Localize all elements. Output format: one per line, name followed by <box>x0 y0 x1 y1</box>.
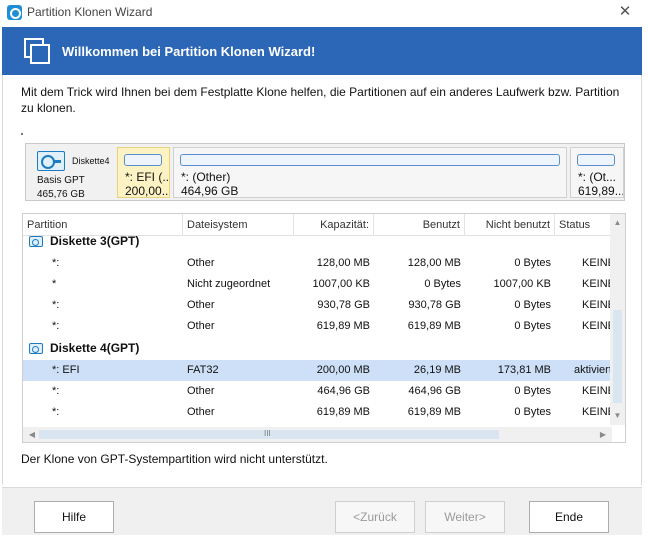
scroll-thumb[interactable] <box>613 310 622 403</box>
disk-size: 465,76 GB <box>37 189 85 200</box>
finish-button[interactable]: Ende <box>529 501 609 533</box>
vertical-scrollbar[interactable]: ▲ ▼ <box>610 214 625 425</box>
disk-group-header: Diskette 4(GPT) <box>23 338 611 358</box>
partition-table: Partition Dateisystem Kapazität: Benutzt… <box>22 213 626 443</box>
button-bar: Hilfe <Zurück Weiter> Ende <box>2 487 642 535</box>
partition-label: *: EFI (... <box>125 170 170 184</box>
back-button[interactable]: <Zurück <box>335 501 415 533</box>
table-row[interactable]: *: Other 619,89 MB 619,89 MB 0 Bytes KEI… <box>23 316 615 337</box>
wizard-banner: Willkommen bei Partition Klonen Wizard! <box>2 27 642 75</box>
disk-group-name: Diskette 4(GPT) <box>50 341 140 355</box>
disk-name: Diskette4 <box>72 156 110 166</box>
partition-label: *: (Ot... <box>578 170 617 184</box>
window-title: Partition Klonen Wizard <box>27 5 153 19</box>
next-button[interactable]: Weiter> <box>425 501 505 533</box>
partition-block-efi[interactable]: *: EFI (... 200,00... <box>117 147 170 198</box>
scroll-left-icon[interactable]: ◀ <box>25 427 39 442</box>
hard-disk-icon <box>29 236 43 247</box>
scroll-up-icon[interactable]: ▲ <box>610 216 625 230</box>
partition-size: 200,00... <box>125 184 170 198</box>
table-row[interactable]: *: Other 128,00 MB 128,00 MB 0 Bytes KEI… <box>23 253 615 274</box>
table-row[interactable]: *: Other 930,78 GB 930,78 GB 0 Bytes KEI… <box>23 295 615 316</box>
partition-size: 619,89... <box>578 184 624 198</box>
wizard-content: Mit dem Trick wird Ihnen bei dem Festpla… <box>2 75 642 485</box>
partition-label: *: (Other) <box>181 170 231 184</box>
partition-usage-bar <box>180 154 560 166</box>
help-button[interactable]: Hilfe <box>34 501 114 533</box>
gpt-note: Der Klone von GPT-Systempartition wird n… <box>21 452 328 466</box>
scroll-down-icon[interactable]: ▼ <box>610 409 625 423</box>
table-row[interactable]: *: Other 619,89 MB 619,89 MB 0 Bytes KEI… <box>23 402 615 423</box>
partition-block-other-2[interactable]: *: (Ot... 619,89... <box>570 147 624 198</box>
partition-usage-bar <box>577 154 615 166</box>
horizontal-scrollbar[interactable]: ◀ III ▶ <box>23 427 612 442</box>
hard-disk-icon <box>29 343 43 354</box>
disk-group-header: Diskette 3(GPT) <box>23 231 611 251</box>
scroll-grip: III <box>264 429 271 438</box>
intro-text: Mit dem Trick wird Ihnen bei dem Festpla… <box>21 85 620 115</box>
table-row-selected[interactable]: *: EFI FAT32 200,00 MB 26,19 MB 173,81 M… <box>23 360 612 381</box>
hard-disk-icon <box>37 151 65 171</box>
disk-map: Diskette4 Basis GPT 465,76 GB *: EFI (..… <box>25 143 625 201</box>
table-row[interactable]: *: Other 464,96 GB 464,96 GB 0 Bytes KEI… <box>23 381 615 402</box>
banner-title: Willkommen bei Partition Klonen Wizard! <box>62 44 316 59</box>
disk-group-name: Diskette 3(GPT) <box>50 234 140 248</box>
table-row[interactable]: * Nicht zugeordnet 1007,00 KB 0 Bytes 10… <box>23 274 615 295</box>
disk-type: Basis GPT <box>37 175 85 186</box>
scroll-right-icon[interactable]: ▶ <box>596 427 610 442</box>
disk-info[interactable]: Diskette4 Basis GPT 465,76 GB <box>26 144 116 200</box>
app-icon <box>7 5 22 20</box>
partition-usage-bar <box>124 154 162 166</box>
title-bar: Partition Klonen Wizard ✕ <box>0 0 648 24</box>
close-button[interactable]: ✕ <box>606 0 644 24</box>
partition-size: 464,96 GB <box>181 184 239 198</box>
clone-icon <box>24 38 50 64</box>
partition-block-other[interactable]: *: (Other) 464,96 GB <box>173 147 567 198</box>
separator-dot <box>21 133 23 135</box>
